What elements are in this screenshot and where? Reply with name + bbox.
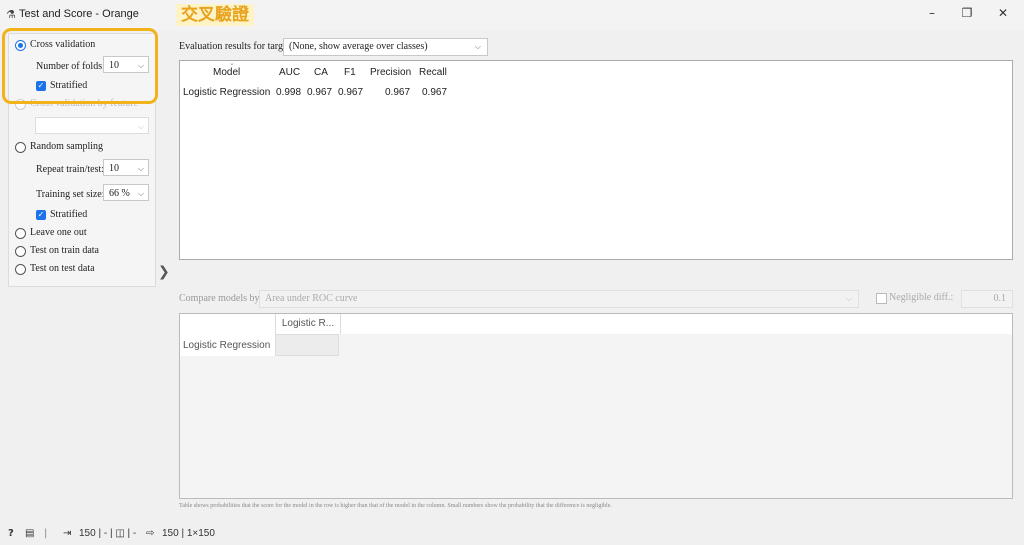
window-title: Test and Score - Orange <box>19 8 139 20</box>
separator: | <box>44 528 48 539</box>
column-header-ca[interactable]: CA <box>314 67 328 78</box>
column-header-recall[interactable]: Recall <box>419 67 447 78</box>
compare-row: Compare models by: Area under ROC curve … <box>179 290 1013 308</box>
chevron-down-icon: ⌵ <box>137 189 144 198</box>
target-label: Evaluation results for target <box>179 41 291 52</box>
negligible-spinbox[interactable]: 0.1 <box>961 290 1013 308</box>
radio-icon <box>15 264 26 275</box>
output-summary[interactable]: 150 | 1×150 <box>162 528 215 539</box>
radio-icon <box>15 142 26 153</box>
repeat-value: 10 <box>109 163 119 174</box>
cell-f1: 0.967 <box>338 87 364 98</box>
test-on-train-label: Test on train data <box>30 245 99 256</box>
repeat-label: Repeat train/test: <box>36 164 105 175</box>
help-icon[interactable]: ? <box>8 528 14 539</box>
title-bar: ⚗ Test and Score - Orange 交叉驗證 – ❐ ✕ <box>0 0 1024 30</box>
highlight-frame <box>2 28 158 104</box>
leave-one-out-label: Leave one out <box>30 227 87 238</box>
radio-icon <box>15 246 26 257</box>
random-sampling-label: Random sampling <box>30 141 104 152</box>
minimize-button[interactable]: – <box>922 6 942 24</box>
negligible-value: 0.1 <box>993 293 1007 304</box>
cell-ca: 0.967 <box>307 87 333 98</box>
compare-value: Area under ROC curve <box>265 293 358 304</box>
report-icon[interactable]: ▤ <box>25 528 34 539</box>
train-size-value: 66 % <box>109 188 130 199</box>
test-on-test-label: Test on test data <box>30 263 95 274</box>
train-size-label: Training set size: <box>36 189 105 200</box>
compare-label: Compare models by: <box>179 293 263 304</box>
chevron-down-icon: ⌵ <box>137 122 144 131</box>
input-summary[interactable]: 150 | - | ◫ | - <box>79 528 136 539</box>
checkmark-icon: ✓ <box>36 210 46 220</box>
matrix-cell <box>275 334 339 356</box>
orange-flask-icon: ⚗ <box>6 8 16 21</box>
repeat-combo[interactable]: 10 ⌵ <box>103 159 149 176</box>
feature-combo[interactable]: ⌵ <box>35 117 149 134</box>
cell-model: Logistic Regression <box>183 87 271 98</box>
train-size-combo[interactable]: 66 % ⌵ <box>103 184 149 201</box>
cell-recall: 0.967 <box>422 87 448 98</box>
matrix-header-row: Logistic R... <box>180 314 1012 334</box>
radio-icon <box>15 228 26 239</box>
input-icon: ⇥ <box>63 528 72 539</box>
column-header-model[interactable]: Model <box>213 67 240 78</box>
column-header-precision[interactable]: Precision <box>370 67 411 78</box>
column-header-auc[interactable]: AUC <box>279 67 300 78</box>
status-bar: ? ▤ | ⇥ 150 | - | ◫ | - ⇨ 150 | 1×150 <box>0 523 1024 545</box>
chevron-down-icon: ⌵ <box>474 42 481 51</box>
restore-button[interactable]: ❐ <box>957 6 977 24</box>
cell-auc: 0.998 <box>276 87 302 98</box>
negligible-label: Negligible diff.: <box>889 292 954 303</box>
chevron-down-icon: ⌵ <box>845 294 852 303</box>
chevron-right-icon[interactable]: ❯ <box>158 264 170 280</box>
annotation-label: 交叉驗證 <box>176 4 254 26</box>
cell-precision: 0.967 <box>385 87 411 98</box>
sort-indicator-icon: ⌄ <box>229 60 235 67</box>
footnote: Table shows probabilities that the score… <box>179 503 612 509</box>
target-value: (None, show average over classes) <box>289 41 428 52</box>
compare-combo[interactable]: Area under ROC curve ⌵ <box>259 290 859 308</box>
stratified2-label: Stratified <box>50 209 88 220</box>
results-table[interactable]: ⌄ Model AUC CA F1 Precision Recall Logis… <box>179 60 1013 260</box>
column-header[interactable]: Logistic R... <box>275 314 341 334</box>
output-icon: ⇨ <box>146 528 155 539</box>
chevron-down-icon: ⌵ <box>137 164 144 173</box>
checkbox-icon <box>876 293 887 304</box>
comparison-table[interactable]: Logistic R... Logistic Regression <box>179 313 1013 499</box>
close-button[interactable]: ✕ <box>993 6 1013 24</box>
target-combo[interactable]: (None, show average over classes) ⌵ <box>283 38 488 56</box>
column-header-f1[interactable]: F1 <box>344 67 356 78</box>
row-header: Logistic Regression <box>183 340 271 351</box>
matrix-row-header[interactable]: Logistic Regression <box>180 334 275 356</box>
